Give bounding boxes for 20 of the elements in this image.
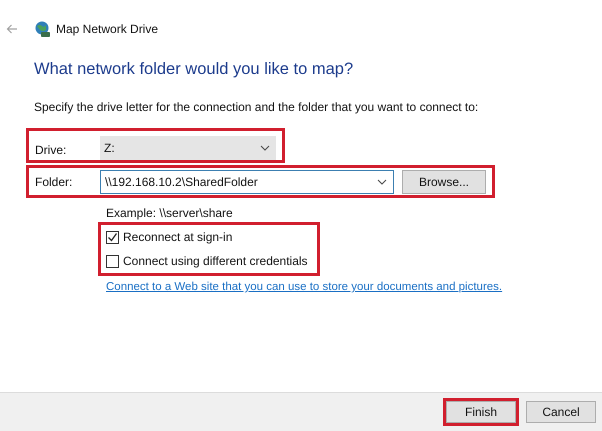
page-heading: What network folder would you like to map? — [34, 60, 354, 79]
chevron-down-icon — [377, 178, 387, 184]
checkbox-label[interactable]: Connect using different credentials — [123, 254, 308, 268]
example-text: Example: \\server\share — [106, 206, 234, 220]
checkbox-label[interactable]: Reconnect at sign-in — [123, 230, 232, 244]
web-site-link[interactable]: Connect to a Web site that you can use to store your documents and pictures. — [106, 281, 502, 293]
finish-button[interactable]: Finish — [446, 401, 516, 423]
folder-combo-field[interactable]: \\192.168.10.2\SharedFolder — [100, 170, 394, 194]
folder-label: Folder: — [34, 174, 74, 188]
checkbox[interactable] — [106, 230, 119, 244]
back-arrow-icon[interactable] — [6, 24, 18, 34]
chevron-down-icon — [260, 145, 270, 151]
cancel-button[interactable]: Cancel — [526, 401, 596, 423]
globe-drive-icon — [34, 20, 51, 38]
browse-button[interactable]: Browse... — [402, 170, 486, 194]
instruction-text: Specify the drive letter for the connection and the folder that you want to connect to: — [34, 100, 480, 114]
drive-dropdown[interactable]: Z: — [100, 136, 276, 160]
window-title: Map Network Drive — [56, 22, 158, 36]
checkbox[interactable] — [106, 254, 119, 268]
drive-label: Drive: — [34, 142, 68, 156]
